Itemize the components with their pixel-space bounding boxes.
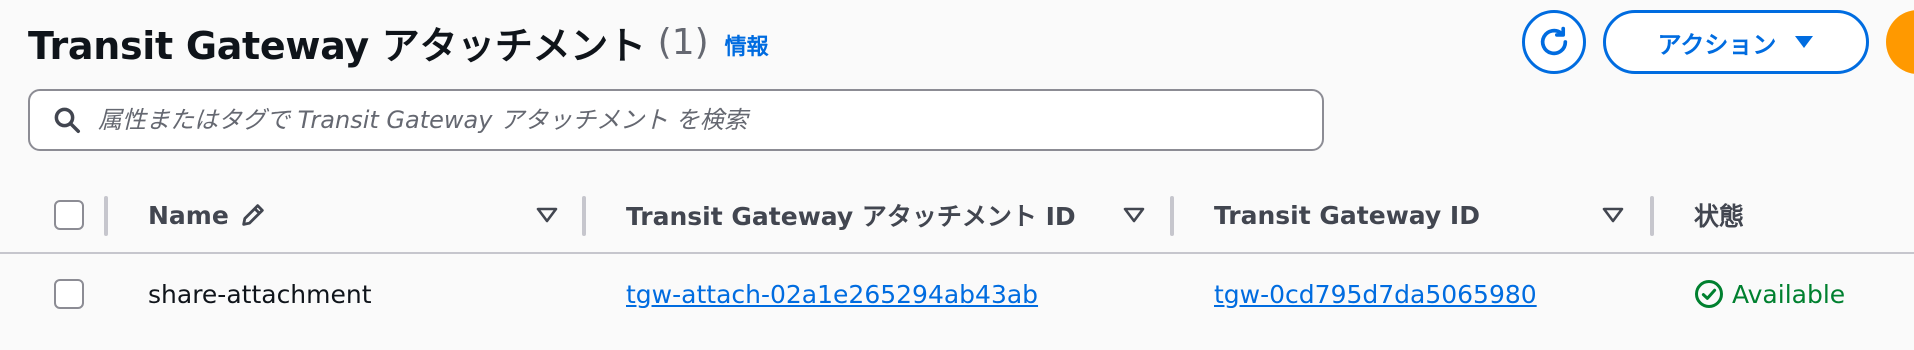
sort-attachment-id-button[interactable] <box>1123 178 1145 252</box>
refresh-icon <box>1540 26 1568 56</box>
actions-dropdown-button[interactable]: アクション <box>1603 10 1869 74</box>
cell-gateway-id: tgw-0cd795d7da5065980 <box>1214 254 1537 334</box>
search-box <box>28 89 1324 151</box>
column-resizer[interactable] <box>1170 196 1174 236</box>
sort-gateway-id-button[interactable] <box>1602 178 1624 252</box>
row-select-cell <box>54 254 84 334</box>
table-header-row: Name Transit Gateway アタッチメント ID Transit … <box>0 178 1914 254</box>
column-resizer[interactable] <box>104 196 108 236</box>
column-header-label: Transit Gateway ID <box>1214 200 1480 230</box>
row-checkbox[interactable] <box>54 279 84 309</box>
sort-caret-icon <box>1123 207 1145 223</box>
column-header-gateway-id[interactable]: Transit Gateway ID <box>1214 178 1480 252</box>
sort-name-button[interactable] <box>536 178 558 252</box>
column-header-label: Transit Gateway アタッチメント ID <box>626 202 1076 231</box>
cell-state: Available <box>1694 254 1845 334</box>
page-title: Transit Gateway アタッチメント <box>28 23 646 68</box>
status-text: Available <box>1732 279 1846 309</box>
column-header-state[interactable]: 状態 <box>1694 178 1744 252</box>
column-header-label: 状態 <box>1694 202 1745 231</box>
page-header: Transit Gateway アタッチメント (1) 情報 <box>28 14 769 70</box>
transit-gateway-attachments-page: Transit Gateway アタッチメント (1) 情報 アクション 属性ま… <box>0 0 1914 350</box>
item-count: (1) <box>657 21 709 63</box>
info-link[interactable]: 情報 <box>725 29 769 61</box>
edit-pencil-icon <box>242 204 264 226</box>
select-all-checkbox[interactable] <box>54 200 84 230</box>
select-all-cell <box>54 178 84 252</box>
search-icon <box>54 107 80 133</box>
actions-label: アクション <box>1657 30 1777 59</box>
search-input[interactable] <box>98 106 1278 134</box>
column-resizer[interactable] <box>1650 196 1654 236</box>
column-resizer[interactable] <box>582 196 586 236</box>
create-attachment-button[interactable] <box>1886 10 1914 74</box>
check-circle-icon <box>1695 280 1723 308</box>
attachment-id-link[interactable]: tgw-attach-02a1e265294ab43ab <box>626 280 1038 309</box>
sort-caret-icon <box>536 207 558 223</box>
table-row[interactable]: share-attachment tgw-attach-02a1e265294a… <box>0 254 1914 334</box>
gateway-id-link[interactable]: tgw-0cd795d7da5065980 <box>1214 280 1537 309</box>
sort-caret-icon <box>1602 207 1624 223</box>
column-header-label: Name <box>148 200 229 230</box>
status-indicator: Available <box>1694 279 1845 309</box>
caret-down-icon <box>1795 36 1814 48</box>
attachments-table: Name Transit Gateway アタッチメント ID Transit … <box>0 178 1914 334</box>
cell-name: share-attachment <box>148 254 372 334</box>
refresh-button[interactable] <box>1522 10 1586 74</box>
cell-attachment-id: tgw-attach-02a1e265294ab43ab <box>626 254 1038 334</box>
column-header-attachment-id[interactable]: Transit Gateway アタッチメント ID <box>626 178 1076 252</box>
attachment-name: share-attachment <box>148 279 372 309</box>
column-header-name[interactable]: Name <box>148 178 267 252</box>
